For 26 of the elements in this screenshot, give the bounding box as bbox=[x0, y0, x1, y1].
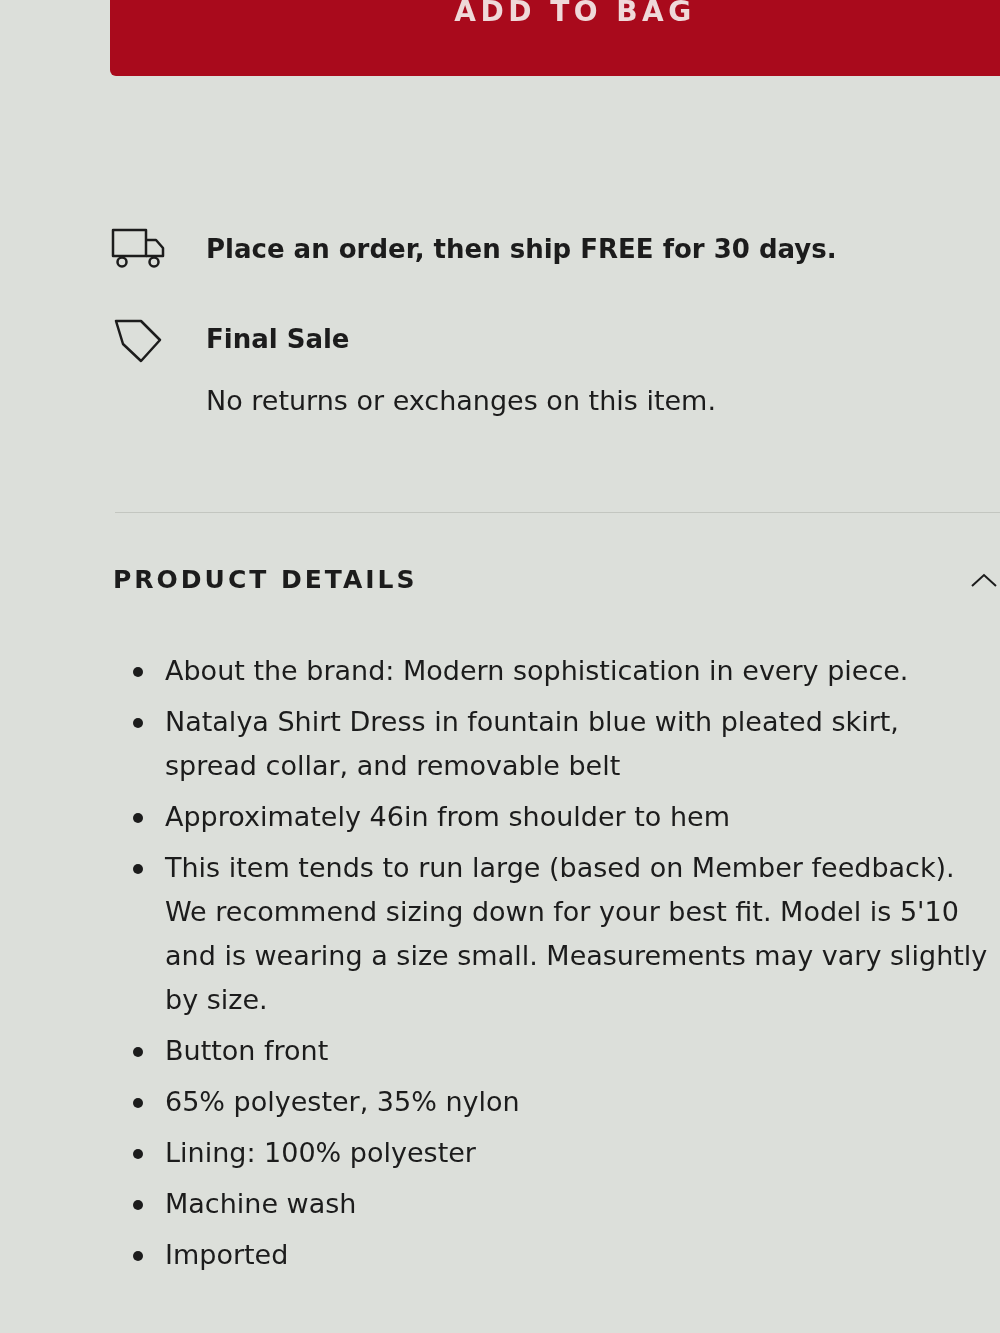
detail-text: Natalya Shirt Dress in fountain blue with pleated skirt, spread collar, and removable belt bbox=[165, 705, 900, 783]
bullet-icon bbox=[133, 1098, 143, 1108]
tag-icon bbox=[113, 318, 163, 364]
add-to-bag-button[interactable]: ADD TO BAG bbox=[110, 0, 1000, 76]
section-heading: PRODUCT DETAILS bbox=[113, 564, 418, 596]
bullet-icon bbox=[133, 864, 143, 874]
detail-text: Imported bbox=[165, 1238, 290, 1272]
bullet-icon bbox=[133, 1149, 143, 1159]
detail-text: This item tends to run large (based on Member feedback). We recommend sizing down for your best fit. Model is 5'10 and is wearing a size small. Measurements may vary slightly by size. bbox=[165, 851, 989, 1017]
bullet-icon bbox=[133, 718, 143, 728]
bullet-icon bbox=[133, 1251, 143, 1261]
detail-text: Lining: 100% polyester bbox=[165, 1136, 477, 1170]
bullet-icon bbox=[133, 667, 143, 677]
detail-text: 65% polyester, 35% nylon bbox=[165, 1085, 521, 1119]
detail-text: Button front bbox=[165, 1034, 330, 1068]
bullet-icon bbox=[133, 1047, 143, 1057]
caret-up-icon[interactable] bbox=[970, 572, 998, 588]
truck-icon bbox=[110, 226, 166, 270]
bullet-icon bbox=[133, 813, 143, 823]
detail-text: Approximately 46in from shoulder to hem bbox=[165, 800, 731, 834]
bullet-icon bbox=[133, 1200, 143, 1210]
final-sale-title: Final Sale bbox=[206, 323, 351, 356]
shipping-note: Place an order, then ship FREE for 30 days. bbox=[206, 233, 837, 266]
detail-text: About the brand: Modern sophistication in every piece. bbox=[165, 654, 910, 688]
final-sale-description: No returns or exchanges on this item. bbox=[206, 384, 716, 418]
detail-text: Machine wash bbox=[165, 1187, 358, 1221]
